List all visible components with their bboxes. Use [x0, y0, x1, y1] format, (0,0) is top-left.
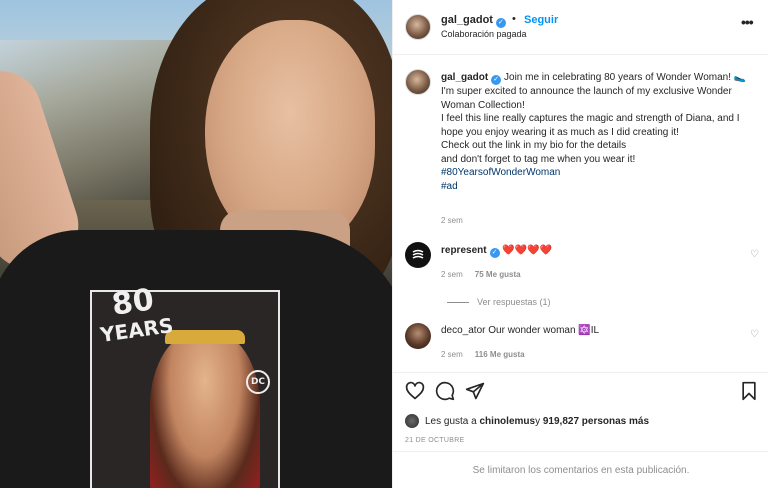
- comment-age[interactable]: 2 sem: [441, 350, 463, 359]
- comment-age[interactable]: 2 sem: [441, 270, 463, 279]
- caption-username[interactable]: gal_gadot: [441, 72, 488, 83]
- caption-line-2: I feel this line really captures the mag…: [441, 113, 740, 138]
- comment-text: represent ✓ ❤️❤️❤️❤️: [441, 245, 552, 258]
- author-avatar[interactable]: [405, 14, 431, 40]
- deco-ator-avatar[interactable]: [405, 323, 431, 349]
- likes-count[interactable]: 919,827 personas más: [543, 416, 649, 427]
- comment-bubble-icon[interactable]: [435, 381, 455, 401]
- replies-divider: [447, 302, 469, 304]
- shirt-print-wonder-woman: [150, 330, 260, 488]
- caption-verified-badge-icon: ✓: [491, 75, 502, 85]
- comment-meta: 2 sem 116 Me gusta: [441, 350, 525, 359]
- comment-likes[interactable]: 75 Me gusta: [475, 270, 521, 279]
- bookmark-icon[interactable]: [739, 381, 759, 401]
- post-date[interactable]: 21 DE OCTUBRE: [405, 437, 465, 444]
- paper-plane-icon[interactable]: [465, 381, 485, 401]
- comment-verified-badge-icon: ✓: [489, 248, 500, 258]
- caption-line-0: Join me in celebrating 80 years of Wonde…: [501, 72, 747, 83]
- dc-logo-icon: DC: [246, 370, 270, 394]
- comments-limited-notice: Se limitaron los comentarios en esta pub…: [393, 451, 768, 488]
- represent-avatar[interactable]: [405, 242, 431, 268]
- comment-like-icon[interactable]: ♡: [750, 329, 759, 340]
- caption-line-3: Check out the link in my bio for the det…: [441, 140, 627, 151]
- view-replies-button[interactable]: Ver respuestas (1): [447, 297, 551, 307]
- caption-text: gal_gadot ✓ Join me in celebrating 80 yea…: [441, 71, 761, 193]
- comment-body: Our wonder woman 🔯IL: [488, 325, 600, 336]
- view-replies-label: Ver respuestas (1): [477, 297, 551, 307]
- header-separator: •: [512, 13, 516, 25]
- comment-body: ❤️❤️❤️❤️: [502, 245, 553, 256]
- likes-summary: Les gusta a chinolemus y 919,827 persona…: [405, 413, 649, 429]
- comment-username[interactable]: deco_ator: [441, 325, 485, 336]
- instagram-post: 80 YEARS DC gal_gadot ✓ • Seguir Colabora…: [0, 0, 768, 488]
- liker-username[interactable]: chinolemus: [480, 416, 536, 427]
- likes-middle: y: [535, 415, 541, 427]
- post-actions-bar: [393, 372, 768, 408]
- verified-badge-icon: ✓: [495, 18, 506, 28]
- paid-partnership-label[interactable]: Colaboración pagada: [441, 29, 527, 39]
- heart-outline-icon[interactable]: [405, 381, 425, 401]
- more-options-icon[interactable]: •••: [741, 14, 754, 30]
- hashtag-link[interactable]: #ad: [441, 180, 761, 194]
- caption-author-avatar[interactable]: [405, 69, 431, 95]
- likes-prefix: Les gusta a: [425, 415, 477, 427]
- caption-line-1: I'm super excited to announce the launch…: [441, 86, 732, 111]
- comment-likes[interactable]: 116 Me gusta: [475, 350, 525, 359]
- hashtag-link[interactable]: #80YearsofWonderWoman: [441, 166, 761, 180]
- post-details-panel: gal_gadot ✓ • Seguir Colaboración pagada …: [392, 0, 768, 488]
- comment-text: deco_ator Our wonder woman 🔯IL: [441, 325, 599, 336]
- comment-like-icon[interactable]: ♡: [750, 249, 759, 260]
- represent-logo-icon: [412, 249, 424, 259]
- post-header: gal_gadot ✓ • Seguir Colaboración pagada …: [393, 0, 768, 55]
- liker-avatar[interactable]: [405, 414, 419, 428]
- follow-button[interactable]: Seguir: [524, 14, 558, 26]
- caption-age[interactable]: 2 sem: [441, 216, 463, 225]
- caption-line-4: and don't forget to tag me when you wear…: [441, 153, 636, 165]
- post-photo[interactable]: 80 YEARS DC: [0, 0, 392, 488]
- comment-meta: 2 sem 75 Me gusta: [441, 270, 521, 279]
- shirt-print-tiara: [165, 330, 245, 344]
- comment-username[interactable]: represent: [441, 245, 487, 256]
- author-username[interactable]: gal_gadot ✓: [441, 14, 506, 28]
